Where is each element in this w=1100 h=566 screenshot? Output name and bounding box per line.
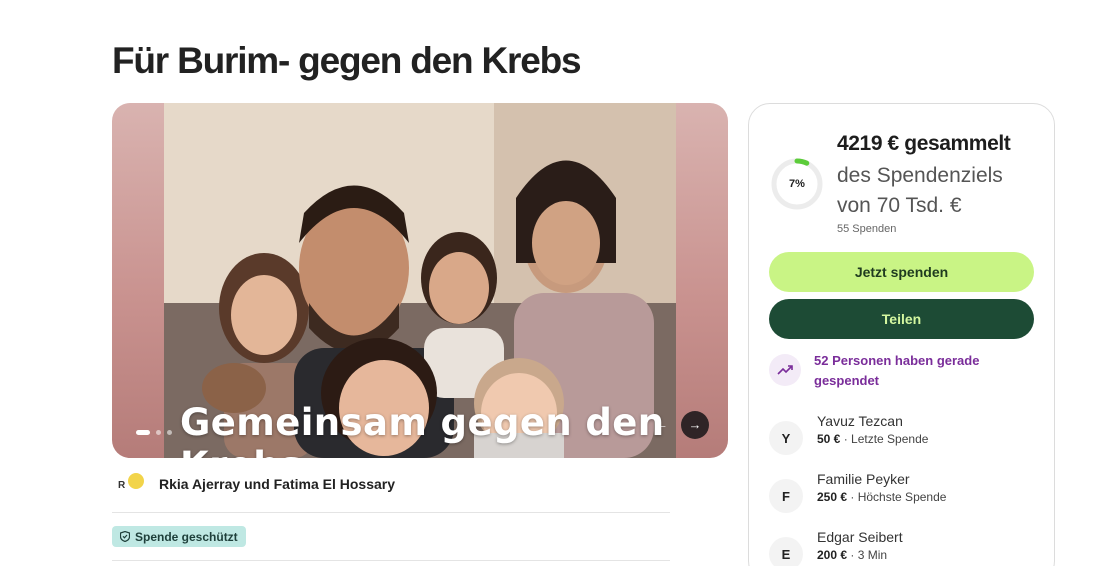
goal-text: des Spendenziels von 70 Tsd. € <box>837 161 1037 221</box>
donor-detail: 200 € · 3 Min <box>817 548 888 562</box>
goal-line-2: von 70 Tsd. € <box>837 194 962 217</box>
donor-name: Yavuz Tezcan <box>817 413 903 429</box>
page-title: Für Burim- gegen den Krebs <box>112 40 582 81</box>
donor-list-item: Y Yavuz Tezcan 50 € · Letzte Spende <box>769 412 928 455</box>
arrow-right-icon: → <box>688 417 702 432</box>
donor-amount: 50 € <box>817 432 841 446</box>
donor-list-item: F Familie Peyker 250 € · Höchste Spende <box>769 470 946 513</box>
carousel-dot-active[interactable] <box>136 430 150 435</box>
trend-text: 52 Personen haben gerade gespendet <box>814 353 980 388</box>
progress-percent: 7% <box>789 178 805 190</box>
donate-button[interactable]: Jetzt spenden <box>769 252 1034 292</box>
donation-count: 55 Spenden <box>837 223 897 235</box>
carousel-prev-button[interactable]: ← <box>648 412 674 438</box>
hero-caption: Gemeinsam gegen den Krebs <box>180 401 665 458</box>
carousel-next-button[interactable]: → <box>681 411 709 439</box>
donor-list-item: E Edgar Seibert 200 € · 3 Min <box>769 528 903 566</box>
donor-detail: 250 € · Höchste Spende <box>817 490 947 504</box>
donor-note: Höchste Spende <box>857 490 947 504</box>
divider <box>112 560 670 561</box>
donor-avatar: F <box>769 479 803 513</box>
carousel-dot[interactable] <box>167 430 172 435</box>
badge-label: Spende geschützt <box>135 529 238 544</box>
donor-name: Familie Peyker <box>817 471 910 487</box>
arrow-left-icon: ← <box>653 416 669 433</box>
goal-line-1: des Spendenziels <box>837 164 1003 187</box>
donation-card: 7% 4219 € gesammelt des Spendenziels von… <box>748 103 1055 566</box>
divider <box>112 512 670 513</box>
carousel-dots[interactable] <box>136 430 172 435</box>
trending-up-icon <box>769 354 801 386</box>
amount-raised: 4219 € gesammelt <box>837 132 1011 155</box>
organizer-avatar-initial: R <box>118 480 126 491</box>
donor-name: Edgar Seibert <box>817 529 903 545</box>
donor-amount: 200 € <box>817 548 848 562</box>
donor-note: 3 Min <box>857 548 888 562</box>
hero-image-carousel[interactable]: Gemeinsam gegen den Krebs ← → <box>112 103 728 458</box>
donor-avatar: E <box>769 537 803 566</box>
donor-amount: 250 € <box>817 490 848 504</box>
donation-protected-badge[interactable]: Spende geschützt <box>112 526 246 547</box>
shield-icon <box>120 531 130 542</box>
donor-detail: 50 € · Letzte Spende <box>817 432 929 446</box>
share-button[interactable]: Teilen <box>769 299 1034 339</box>
carousel-dot[interactable] <box>156 430 161 435</box>
donor-avatar: Y <box>769 421 803 455</box>
organizer-avatars: R <box>118 470 150 498</box>
organizer[interactable]: R Rkia Ajerray und Fatima El Hossary <box>118 470 395 498</box>
donor-note: Letzte Spende <box>851 432 929 446</box>
recent-donors-trend: 52 Personen haben gerade gespendet <box>769 353 1004 391</box>
organizer-avatar-image <box>127 472 145 490</box>
organizer-name[interactable]: Rkia Ajerray und Fatima El Hossary <box>159 476 395 492</box>
